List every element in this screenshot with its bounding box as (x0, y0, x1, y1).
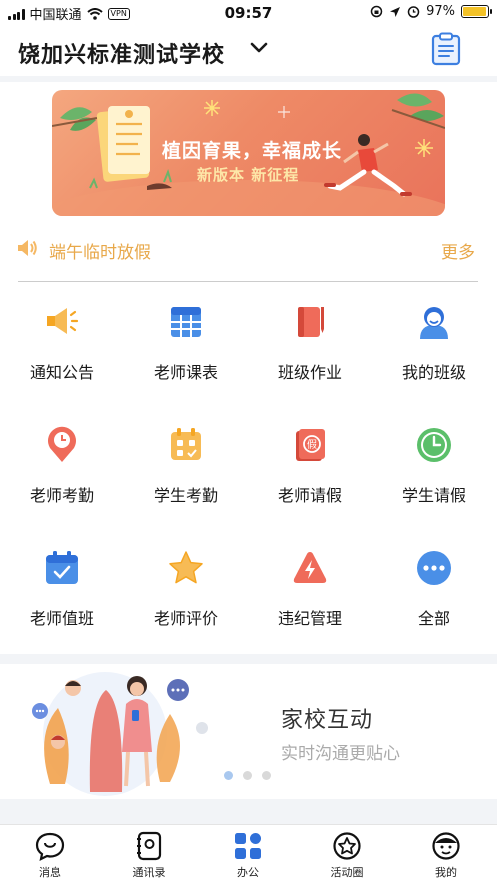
chevron-down-icon[interactable] (249, 38, 269, 58)
grid-item-my-class[interactable]: 我的班级 (372, 297, 496, 407)
calendar-duty-icon (46, 551, 78, 584)
notice-text[interactable]: 端午临时放假 (49, 238, 151, 263)
speaker-icon (18, 240, 37, 256)
class-person-icon (420, 307, 448, 339)
promo-illustration (32, 672, 208, 796)
promo-title: 家校互动 (281, 708, 374, 733)
tab-label: 通讯录 (132, 866, 166, 879)
grid-item-label: 全部 (417, 609, 450, 628)
grid-item-label: 通知公告 (29, 363, 94, 382)
more-dots-icon (417, 551, 451, 585)
bottom-tab-bar: 消息 通讯录 办公 活动圈 我的 (0, 824, 497, 883)
grid-item-label: 老师评价 (153, 609, 218, 628)
office-grid-icon (235, 833, 261, 859)
notice-bar[interactable]: 端午临时放假 更多 (16, 234, 479, 264)
grid-item-discipline[interactable]: 违纪管理 (248, 543, 372, 653)
tab-office[interactable]: 办公 (208, 831, 288, 880)
grid-item-label: 班级作业 (277, 363, 342, 382)
grid-item-teacher-evaluation[interactable]: 老师评价 (124, 543, 248, 653)
grid-item-label: 违纪管理 (277, 609, 342, 628)
grid-item-student-attendance[interactable]: 学生考勤 (124, 420, 248, 530)
tab-messages[interactable]: 消息 (10, 831, 90, 880)
grid-item-class-homework[interactable]: 班级作业 (248, 297, 372, 407)
profile-face-icon (432, 832, 460, 860)
banner-subtitle: 新版本 新征程 (197, 166, 300, 184)
grid-item-label: 学生请假 (401, 486, 466, 505)
tab-profile[interactable]: 我的 (406, 831, 486, 880)
promo-banner[interactable]: 植因育果，幸福成长 新版本 新征程 (52, 90, 445, 216)
star-icon (169, 551, 203, 584)
promo-subtitle: 实时沟通更贴心 (281, 744, 400, 764)
grid-item-student-leave[interactable]: 学生请假 (372, 420, 496, 530)
activity-circle-icon (333, 832, 361, 860)
tab-label: 活动圈 (330, 866, 364, 879)
clock-pin-icon (48, 426, 76, 462)
tab-label: 办公 (237, 866, 259, 879)
status-bar: 中国联通 VPN 09:57 97% (0, 0, 497, 26)
timetable-icon (171, 307, 201, 337)
grid-item-label: 我的班级 (401, 363, 466, 382)
grid-item-teacher-attendance[interactable]: 老师考勤 (0, 420, 124, 530)
homework-book-icon (298, 307, 324, 337)
divider (18, 281, 478, 282)
school-name[interactable]: 饶加兴标准测试学校 (18, 37, 225, 69)
clipboard-icon[interactable] (430, 32, 462, 66)
calendar-check-icon (171, 428, 201, 460)
alarm-icon (407, 6, 420, 18)
grid-item-teacher-timetable[interactable]: 老师课表 (124, 297, 248, 407)
carousel-dot[interactable] (243, 771, 252, 780)
grid-item-notice[interactable]: 通知公告 (0, 297, 124, 407)
location-icon (390, 6, 401, 17)
svg-text:假: 假 (307, 438, 317, 451)
tab-label: 我的 (435, 866, 457, 879)
leave-doc-icon: 假 (296, 429, 325, 461)
battery-percent: 97% (426, 4, 455, 19)
carousel-dot-active[interactable] (224, 771, 233, 780)
lightning-triangle-icon (293, 552, 327, 583)
header: 饶加兴标准测试学校 (0, 26, 497, 76)
tab-contacts[interactable]: 通讯录 (109, 831, 189, 880)
grid-item-teacher-leave[interactable]: 假 老师请假 (248, 420, 372, 530)
megaphone-icon (47, 308, 79, 334)
grid-item-label: 老师考勤 (29, 486, 94, 505)
carousel-indicator (224, 771, 271, 780)
carousel-dot[interactable] (262, 771, 271, 780)
grid-item-label: 老师课表 (153, 363, 218, 382)
grid-item-label: 学生考勤 (153, 486, 218, 505)
grid-item-label: 老师请假 (277, 486, 342, 505)
rotation-lock-icon (370, 5, 383, 18)
grid-item-label: 老师值班 (29, 609, 94, 628)
main-panel: 植因育果，幸福成长 新版本 新征程 端午临时放假 更多 通知公告 老师课表 班级… (0, 82, 497, 654)
tab-activity[interactable]: 活动圈 (307, 831, 387, 880)
chat-bubble-icon (35, 832, 65, 861)
contacts-book-icon (137, 831, 162, 861)
battery-icon (461, 5, 492, 18)
office-page: 中国联通 VPN 09:57 97% 饶加兴标准测试学校 植因育果，幸福成长 新… (0, 0, 497, 883)
home-school-promo[interactable]: 家校互动 实时沟通更贴心 (0, 664, 497, 799)
tab-label: 消息 (39, 866, 61, 879)
clock-icon (417, 428, 451, 462)
banner-title: 植因育果，幸福成长 (162, 140, 343, 162)
grid-item-teacher-duty[interactable]: 老师值班 (0, 543, 124, 653)
grid-item-all[interactable]: 全部 (372, 543, 496, 653)
notice-more-link[interactable]: 更多 (441, 238, 475, 263)
